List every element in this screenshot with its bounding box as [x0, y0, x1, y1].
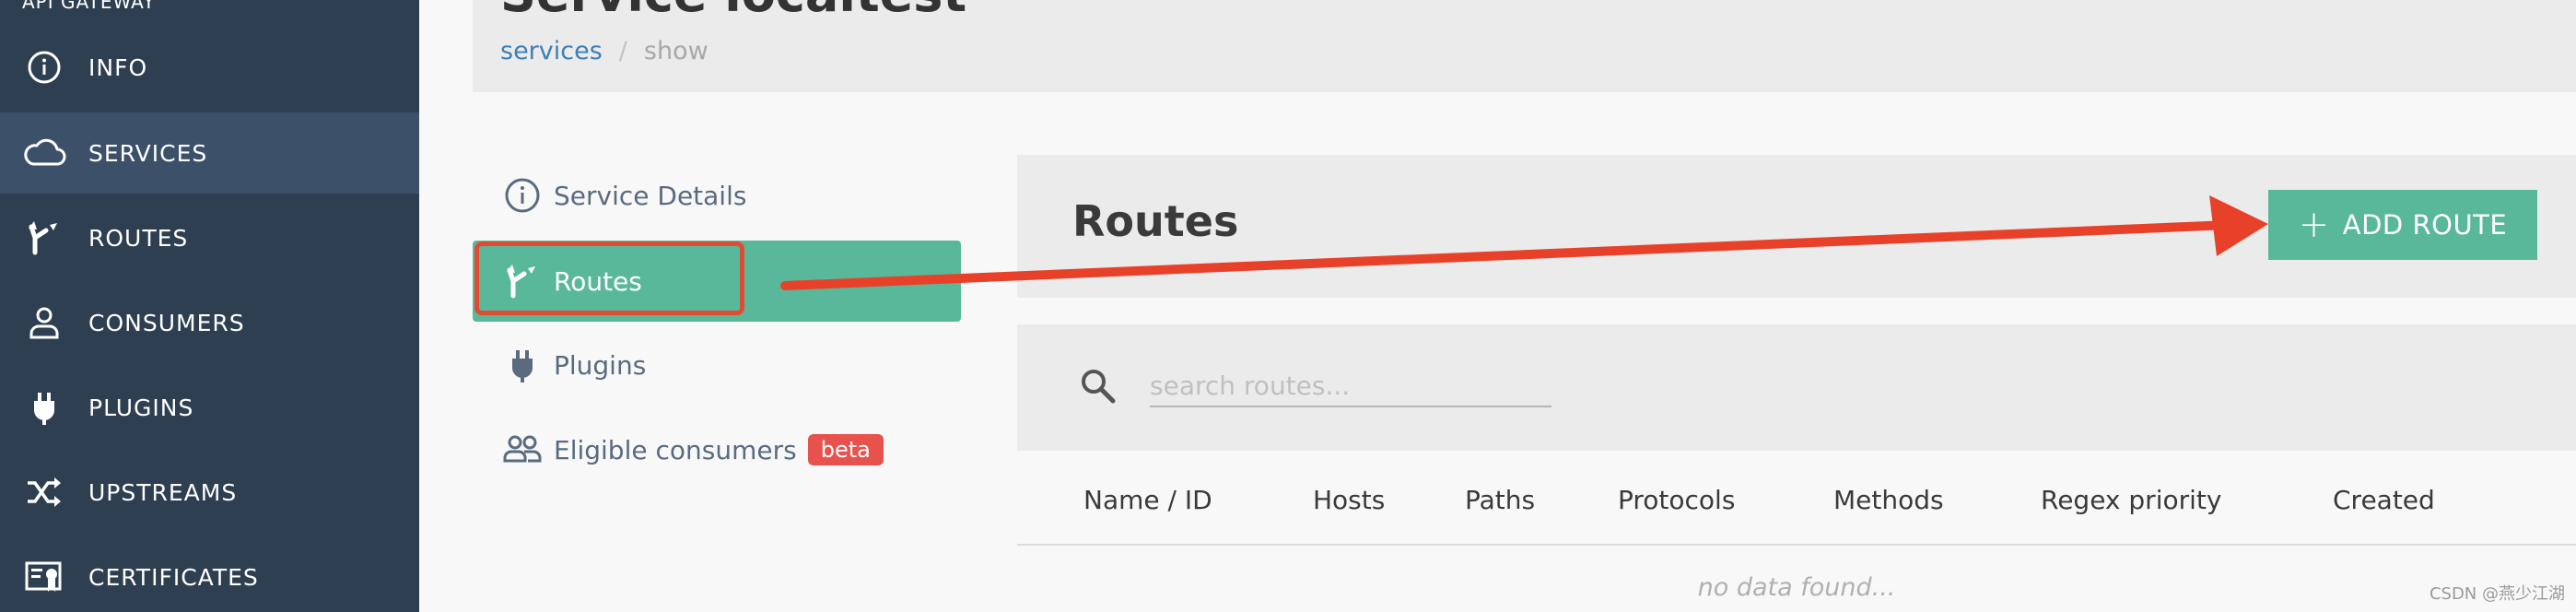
routes-table-header: Name / ID Hosts Paths Protocols Methods …: [1017, 468, 2576, 546]
breadcrumb-separator: /: [618, 37, 627, 65]
subnav-item-service-details[interactable]: Service Details: [473, 155, 961, 236]
sidebar-item-upstreams[interactable]: UPSTREAMS: [0, 452, 419, 533]
annotation-highlight-box: [474, 241, 744, 315]
sidebar-item-consumers[interactable]: CONSUMERS: [0, 282, 419, 363]
page-title: Service localtest: [500, 0, 966, 23]
sidebar: API GATEWAY INFO SERVICES ROUTES CONSUME…: [0, 0, 419, 612]
sidebar-heading: API GATEWAY: [22, 0, 156, 13]
user-icon: [22, 300, 66, 345]
sidebar-item-label: CONSUMERS: [88, 309, 245, 336]
breadcrumb: services / show: [500, 37, 708, 65]
sidebar-item-label: CERTIFICATES: [88, 563, 259, 591]
column-header-name-id[interactable]: Name / ID: [1083, 485, 1212, 515]
search-icon: [1078, 366, 1118, 406]
column-header-protocols[interactable]: Protocols: [1618, 485, 1735, 515]
column-header-paths[interactable]: Paths: [1465, 485, 1535, 515]
plus-icon: +: [2298, 204, 2330, 246]
page-header: Service localtest services / show: [473, 0, 2576, 92]
subnav-item-eligible-consumers[interactable]: Eligible consumers beta: [473, 409, 961, 490]
column-header-regex-priority[interactable]: Regex priority: [2041, 485, 2221, 515]
subnav-item-plugins[interactable]: Plugins: [473, 324, 961, 406]
beta-badge: beta: [807, 434, 884, 465]
column-header-methods[interactable]: Methods: [1833, 485, 1944, 515]
certificate-icon: [22, 555, 66, 599]
column-header-hosts[interactable]: Hosts: [1313, 485, 1385, 515]
sidebar-item-label: ROUTES: [88, 224, 189, 252]
sidebar-item-label: PLUGINS: [88, 394, 194, 421]
sidebar-item-services[interactable]: SERVICES: [0, 112, 419, 194]
plug-icon: [22, 385, 66, 430]
sidebar-item-certificates[interactable]: CERTIFICATES: [0, 536, 419, 612]
subnav-item-label: Plugins: [554, 349, 647, 381]
sidebar-item-routes[interactable]: ROUTES: [0, 197, 419, 278]
sidebar-item-label: SERVICES: [88, 139, 208, 167]
column-header-created[interactable]: Created: [2333, 485, 2435, 515]
routes-panel-header: Routes + ADD ROUTE: [1017, 155, 2576, 298]
add-route-label: ADD ROUTE: [2342, 209, 2508, 241]
empty-state-text: no data found...: [1697, 573, 1896, 602]
plug-icon: [502, 345, 543, 385]
shuffle-icon: [22, 470, 66, 514]
subnav-item-label: Service Details: [554, 180, 747, 211]
add-route-button[interactable]: + ADD ROUTE: [2268, 190, 2537, 260]
subnav-item-label: Eligible consumers: [554, 434, 797, 465]
sidebar-item-label: INFO: [88, 53, 148, 81]
sidebar-item-label: UPSTREAMS: [88, 478, 238, 506]
routes-icon: [22, 216, 66, 260]
sidebar-item-plugins[interactable]: PLUGINS: [0, 367, 419, 448]
info-icon: [22, 45, 66, 89]
watermark: CSDN @燕少江湖: [2429, 584, 2565, 604]
breadcrumb-link-services[interactable]: services: [500, 37, 603, 65]
search-input[interactable]: [1150, 365, 1551, 407]
info-icon: [502, 175, 543, 216]
search-bar: [1017, 324, 2576, 451]
routes-title: Routes: [1072, 196, 1239, 246]
cloud-icon: [22, 131, 66, 175]
sidebar-item-info[interactable]: INFO: [0, 27, 419, 108]
users-icon: [502, 430, 543, 470]
breadcrumb-current: show: [643, 37, 708, 65]
